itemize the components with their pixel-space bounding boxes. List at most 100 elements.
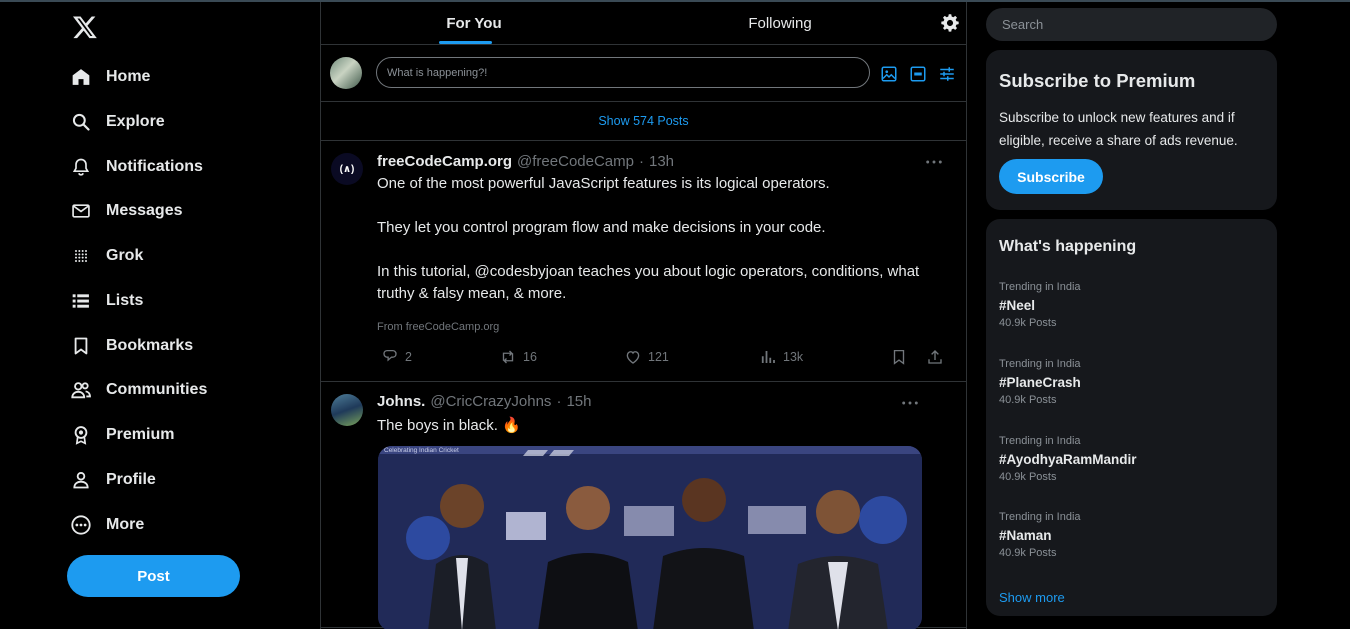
tweet[interactable]: (∧) freeCodeCamp.org @freeCodeCamp · 13h… bbox=[321, 141, 966, 382]
nav-home[interactable]: Home bbox=[70, 59, 150, 95]
nav-more[interactable]: More bbox=[70, 507, 144, 543]
nav-grok[interactable]: Grok bbox=[70, 238, 143, 274]
nav-messages[interactable]: Messages bbox=[70, 193, 183, 229]
reply-icon bbox=[383, 349, 397, 362]
tweet[interactable]: Johns. @CricCrazyJohns · 15h The boys in… bbox=[321, 382, 966, 629]
reply-button[interactable]: 2 bbox=[381, 348, 412, 366]
trend-hashtag: #Neel bbox=[999, 298, 1036, 313]
search-icon bbox=[70, 111, 92, 133]
tweet-avatar[interactable] bbox=[331, 394, 363, 426]
trend-item[interactable]: Trending in India #Neel 40.9k Posts bbox=[999, 281, 1259, 329]
tweet-media-photo[interactable]: Celebrating Indian Cricket bbox=[378, 446, 922, 629]
nav-label-communities: Communities bbox=[106, 381, 208, 398]
trend-post-count: 40.9k Posts bbox=[999, 317, 1057, 329]
share-button[interactable] bbox=[926, 348, 944, 366]
bookmark-icon bbox=[893, 349, 905, 365]
nav-premium[interactable]: Premium bbox=[70, 417, 174, 453]
nav-profile[interactable]: Profile bbox=[70, 462, 156, 498]
nav-label-grok: Grok bbox=[106, 247, 144, 264]
heart-icon bbox=[626, 351, 640, 364]
tweet-timestamp[interactable]: 13h bbox=[649, 153, 674, 170]
reply-count: 2 bbox=[405, 350, 412, 364]
trend-hashtag: #Naman bbox=[999, 528, 1052, 543]
trend-post-count: 40.9k Posts bbox=[999, 394, 1057, 406]
timeline: For You Following Show 574 Posts (∧) fre… bbox=[320, 2, 967, 629]
compose-input[interactable] bbox=[376, 57, 870, 88]
repost-button[interactable]: 16 bbox=[499, 348, 537, 366]
premium-description: Subscribe to unlock new features and if … bbox=[999, 110, 1238, 148]
trend-post-count: 40.9k Posts bbox=[999, 471, 1057, 483]
tweet-more-icon[interactable] bbox=[925, 156, 945, 170]
gif-icon[interactable] bbox=[909, 65, 927, 83]
tweet-text-line: One of the most powerful JavaScript feat… bbox=[377, 175, 830, 192]
like-button[interactable]: 121 bbox=[624, 348, 669, 366]
link-card-source[interactable]: From freeCodeCamp.org bbox=[377, 321, 499, 333]
tweet-author-handle[interactable]: @freeCodeCamp bbox=[517, 153, 634, 170]
tweet-separator: · bbox=[638, 153, 644, 170]
views-button[interactable]: 13k bbox=[759, 348, 803, 366]
composer bbox=[321, 45, 966, 102]
show-new-posts[interactable]: Show 574 Posts bbox=[321, 102, 966, 141]
grok-icon bbox=[70, 245, 92, 267]
tweet-more-icon[interactable] bbox=[901, 397, 921, 411]
trend-hashtag: #PlaneCrash bbox=[999, 375, 1081, 390]
nav-label-premium: Premium bbox=[106, 426, 175, 443]
show-more-link[interactable]: Show more bbox=[999, 590, 1065, 605]
tweet-text-line: In this tutorial, @codesbyjoan teaches y… bbox=[377, 263, 920, 302]
team-photo-illustration: Celebrating Indian Cricket bbox=[378, 446, 922, 629]
trends-title: What's happening bbox=[999, 238, 1137, 255]
nav-bookmarks[interactable]: Bookmarks bbox=[70, 328, 193, 364]
media-caption: Celebrating Indian Cricket bbox=[384, 447, 459, 454]
repost-icon bbox=[502, 350, 514, 364]
nav-communities[interactable]: Communities bbox=[70, 372, 207, 408]
tweet-text-line: They let you control program flow and ma… bbox=[377, 219, 826, 236]
more-circle-icon bbox=[70, 514, 92, 536]
search-input[interactable] bbox=[986, 8, 1277, 41]
tweet-separator: · bbox=[556, 393, 562, 410]
nav-label-explore: Explore bbox=[106, 113, 165, 130]
tab-following[interactable]: Following bbox=[627, 2, 933, 45]
views-chart-icon bbox=[761, 351, 775, 363]
tab-following-label: Following bbox=[748, 15, 812, 32]
tweet-author-handle[interactable]: @CricCrazyJohns bbox=[430, 393, 551, 410]
tweet-text: The boys in black. 🔥 bbox=[377, 417, 521, 434]
trend-item[interactable]: Trending in India #Naman 40.9k Posts bbox=[999, 511, 1259, 559]
bookmark-button[interactable] bbox=[890, 348, 908, 366]
active-tab-indicator bbox=[439, 41, 492, 44]
nav-explore[interactable]: Explore bbox=[70, 104, 165, 140]
tab-for-you-label: For You bbox=[446, 15, 502, 32]
bookmark-icon bbox=[70, 335, 92, 357]
tab-for-you[interactable]: For You bbox=[321, 2, 627, 45]
tweet-author-name[interactable]: freeCodeCamp.org bbox=[377, 153, 512, 170]
tweet-actions: 2 16 121 13k bbox=[381, 348, 946, 368]
person-icon bbox=[70, 469, 92, 491]
share-icon bbox=[928, 350, 942, 364]
nav-label-messages: Messages bbox=[106, 202, 183, 219]
nav-label-profile: Profile bbox=[106, 471, 156, 488]
tweet-timestamp[interactable]: 15h bbox=[566, 393, 591, 410]
tweet-header: freeCodeCamp.org @freeCodeCamp · 13h bbox=[377, 153, 674, 170]
tweet-avatar[interactable]: (∧) bbox=[331, 153, 363, 185]
subscribe-button[interactable]: Subscribe bbox=[999, 159, 1103, 194]
list-icon bbox=[70, 290, 92, 312]
post-button[interactable]: Post bbox=[67, 555, 240, 597]
settings-sliders-icon[interactable] bbox=[938, 65, 956, 83]
premium-title: Subscribe to Premium bbox=[999, 70, 1196, 91]
trend-context: Trending in India bbox=[999, 435, 1081, 447]
tweet-author-name[interactable]: Johns. bbox=[377, 393, 425, 410]
x-logo-icon[interactable] bbox=[72, 14, 98, 40]
trend-item[interactable]: Trending in India #PlaneCrash 40.9k Post… bbox=[999, 358, 1259, 406]
composer-avatar[interactable] bbox=[330, 57, 362, 89]
people-icon bbox=[70, 379, 92, 401]
tweet-text: One of the most powerful JavaScript feat… bbox=[377, 173, 937, 305]
home-icon bbox=[70, 66, 92, 88]
nav-lists[interactable]: Lists bbox=[70, 283, 143, 319]
gear-icon[interactable] bbox=[940, 13, 960, 33]
nav-label-bookmarks: Bookmarks bbox=[106, 337, 194, 354]
premium-card: Subscribe to Premium Subscribe to unlock… bbox=[986, 50, 1277, 210]
tweet-header: Johns. @CricCrazyJohns · 15h bbox=[377, 393, 591, 410]
trend-item[interactable]: Trending in India #AyodhyaRamMandir 40.9… bbox=[999, 435, 1259, 483]
image-icon[interactable] bbox=[880, 65, 898, 83]
nav-notifications[interactable]: Notifications bbox=[70, 149, 203, 185]
trend-context: Trending in India bbox=[999, 511, 1081, 523]
